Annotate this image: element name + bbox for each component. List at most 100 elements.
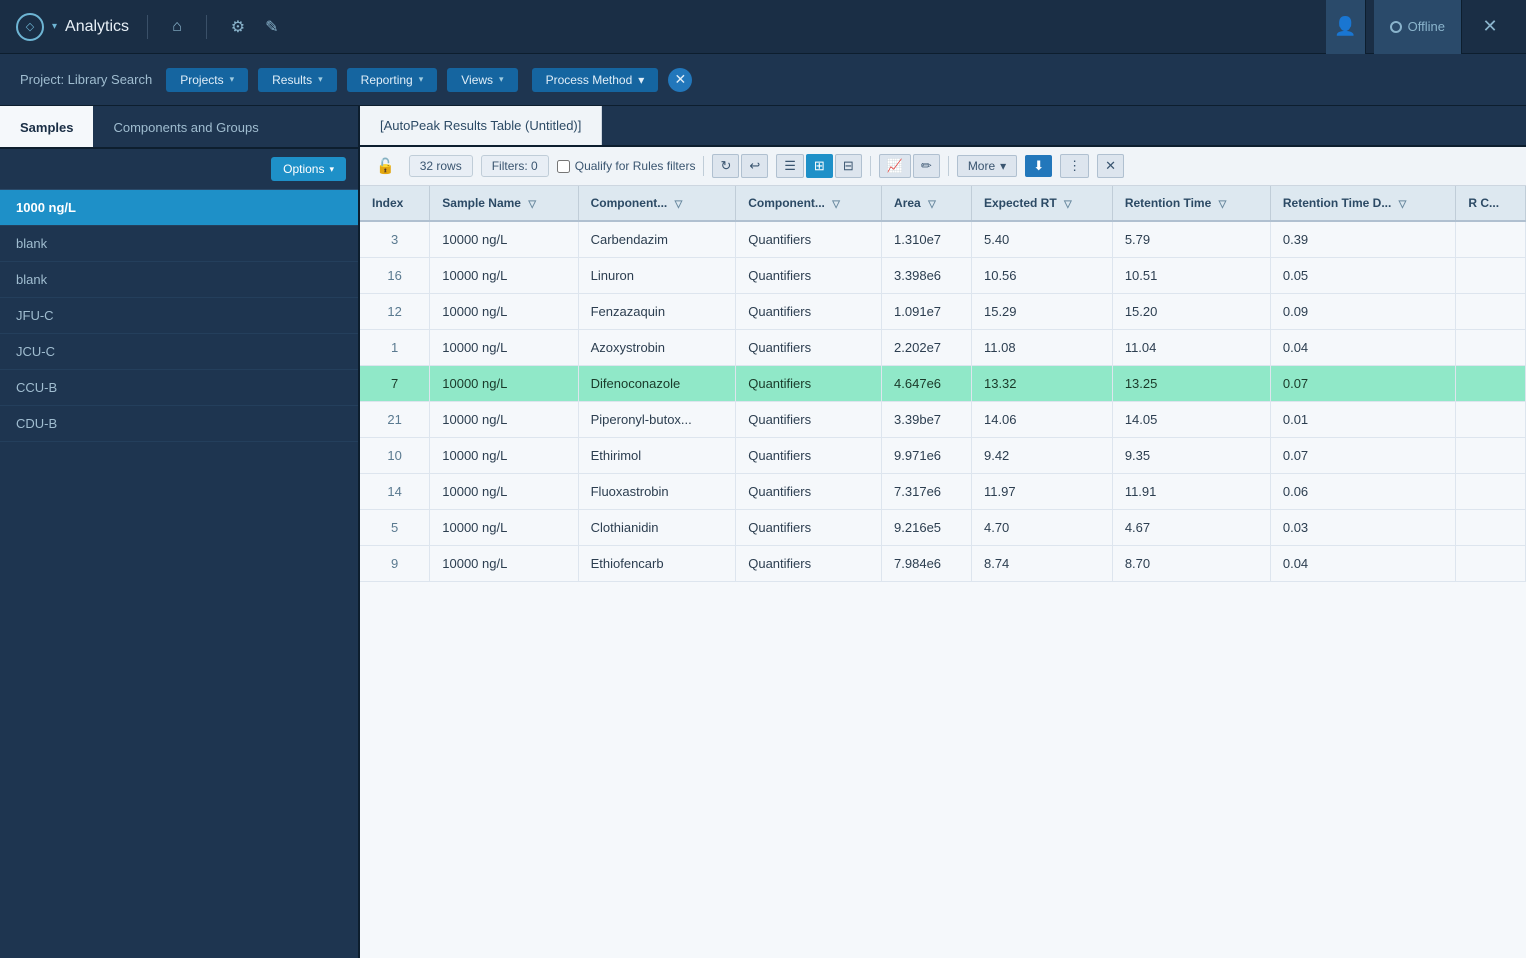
cell-component2: Quantifiers [736,366,882,402]
settings-button[interactable]: ⚙ [225,13,251,41]
cell-index: 21 [360,402,430,438]
table-row[interactable]: 1410000 ng/LFluoxastrobinQuantifiers7.31… [360,474,1526,510]
reporting-chevron: ▾ [419,74,424,85]
cell-retention-time-d: 0.04 [1270,330,1456,366]
cell-index: 7 [360,366,430,402]
header-row: Index Sample Name ▽ Component... ▽ Compo… [360,186,1526,221]
cell-component2: Quantifiers [736,221,882,258]
results-button[interactable]: Results ▾ [258,68,337,92]
table-row[interactable]: 710000 ng/LDifenoconazoleQuantifiers4.64… [360,366,1526,402]
table-row[interactable]: 1610000 ng/LLinuronQuantifiers3.398e610.… [360,258,1526,294]
chart-group: 📈 ✏ [879,154,940,178]
area-filter-icon[interactable]: ▽ [928,199,936,210]
cell-expected-rt: 10.56 [971,258,1112,294]
col-index-label: Index [372,196,403,210]
cell-retention-time: 10.51 [1112,258,1270,294]
views-button[interactable]: Views ▾ [447,68,517,92]
sample-item-blank1[interactable]: blank [0,226,358,262]
table-row[interactable]: 1010000 ng/LEthirimolQuantifiers9.971e69… [360,438,1526,474]
options-label: Options [283,162,324,176]
cell-sample-name: 10000 ng/L [430,546,578,582]
cell-component2: Quantifiers [736,294,882,330]
app-dropdown-arrow[interactable]: ▾ [52,21,57,32]
cell-rc [1456,221,1526,258]
view-group: ☰ ⊞ ⊟ [776,154,861,178]
cell-expected-rt: 14.06 [971,402,1112,438]
component1-filter-icon[interactable]: ▽ [675,199,683,210]
divider [147,15,148,39]
cell-expected-rt: 4.70 [971,510,1112,546]
retention-time-d-filter-icon[interactable]: ▽ [1399,199,1407,210]
sample-item-cdu-b[interactable]: CDU-B [0,406,358,442]
offline-label: Offline [1408,19,1445,34]
header-close-button[interactable]: ✕ [668,68,692,92]
process-method-button[interactable]: Process Method ▾ [532,68,659,92]
list-view-button[interactable]: ☰ [776,154,804,178]
cell-sample-name: 10000 ng/L [430,510,578,546]
toolbar-close-button[interactable]: ✕ [1097,154,1124,178]
more-label: More [968,159,995,173]
table-row[interactable]: 110000 ng/LAzoxystrobinQuantifiers2.202e… [360,330,1526,366]
table-row[interactable]: 2110000 ng/LPiperonyl-butox...Quantifier… [360,402,1526,438]
left-tabs: Samples Components and Groups [0,106,358,149]
grid-view-button[interactable]: ⊞ [806,154,833,178]
more-chevron: ▾ [1000,159,1006,173]
results-tab-autopeak[interactable]: [AutoPeak Results Table (Untitled)] [360,106,602,145]
reporting-button[interactable]: Reporting ▾ [347,68,438,92]
cell-expected-rt: 5.40 [971,221,1112,258]
edit-button[interactable]: ✎ [259,13,284,41]
table-row[interactable]: 510000 ng/LClothianidinQuantifiers9.216e… [360,510,1526,546]
export-blue-button[interactable]: ⬇ [1025,155,1052,177]
cell-rc [1456,330,1526,366]
projects-button[interactable]: Projects ▾ [166,68,248,92]
table-row[interactable]: 1210000 ng/LFenzazaquinQuantifiers1.091e… [360,294,1526,330]
sample-item-ccu-b[interactable]: CCU-B [0,370,358,406]
top-bar-left: ◇ ▾ Analytics ⌂ ⚙ ✎ [16,13,1326,41]
cell-index: 3 [360,221,430,258]
cell-sample-name: 10000 ng/L [430,366,578,402]
col-component2-label: Component... [748,196,825,210]
edit-chart-button[interactable]: ✏ [913,154,940,178]
col-area-label: Area [894,196,921,210]
window-close-button[interactable]: ✕ [1470,0,1510,54]
cell-retention-time: 13.25 [1112,366,1270,402]
refresh-button[interactable]: ↻ [712,154,739,178]
more-button[interactable]: More ▾ [957,155,1017,177]
views-chevron: ▾ [499,74,504,85]
table-header: Index Sample Name ▽ Component... ▽ Compo… [360,186,1526,221]
options-button[interactable]: Options ▾ [271,157,346,181]
user-button[interactable]: 👤 [1326,0,1366,54]
sample-item-jfu-c[interactable]: JFU-C [0,298,358,334]
detail-view-button[interactable]: ⊟ [835,154,862,178]
sample-item-blank2[interactable]: blank [0,262,358,298]
qualify-checkbox-input[interactable] [557,160,570,173]
cell-area: 1.310e7 [882,221,972,258]
sample-item-jcu-c[interactable]: JCU-C [0,334,358,370]
tab-components-and-groups[interactable]: Components and Groups [93,106,278,147]
home-button[interactable]: ⌂ [166,14,188,40]
undo-button[interactable]: ↩ [741,154,768,178]
projects-label: Projects [180,73,223,87]
cell-expected-rt: 9.42 [971,438,1112,474]
retention-time-filter-icon[interactable]: ▽ [1219,199,1227,210]
sample-item-1000ng[interactable]: 1000 ng/L [0,190,358,226]
qualify-checkbox-label[interactable]: Qualify for Rules filters [557,159,696,173]
left-panel: Samples Components and Groups Options ▾ … [0,106,360,958]
toolbar-divider3 [948,156,949,176]
offline-button[interactable]: Offline [1374,0,1462,54]
cell-retention-time-d: 0.01 [1270,402,1456,438]
table-row[interactable]: 310000 ng/LCarbendazimQuantifiers1.310e7… [360,221,1526,258]
col-rc-label: R C... [1468,196,1499,210]
qualify-label: Qualify for Rules filters [575,159,696,173]
lock-icon-button[interactable]: 🔓 [370,153,401,179]
expected-rt-filter-icon[interactable]: ▽ [1064,199,1072,210]
component2-filter-icon[interactable]: ▽ [832,199,840,210]
results-table: Index Sample Name ▽ Component... ▽ Compo… [360,186,1526,582]
chart-button[interactable]: 📈 [879,154,911,178]
cell-retention-time-d: 0.05 [1270,258,1456,294]
sample-name-filter-icon[interactable]: ▽ [528,199,536,210]
tab-samples[interactable]: Samples [0,106,93,147]
column-config-button[interactable]: ⋮ [1060,154,1089,178]
results-toolbar: 🔓 32 rows Filters: 0 Qualify for Rules f… [360,147,1526,186]
table-row[interactable]: 910000 ng/LEthiofencarbQuantifiers7.984e… [360,546,1526,582]
